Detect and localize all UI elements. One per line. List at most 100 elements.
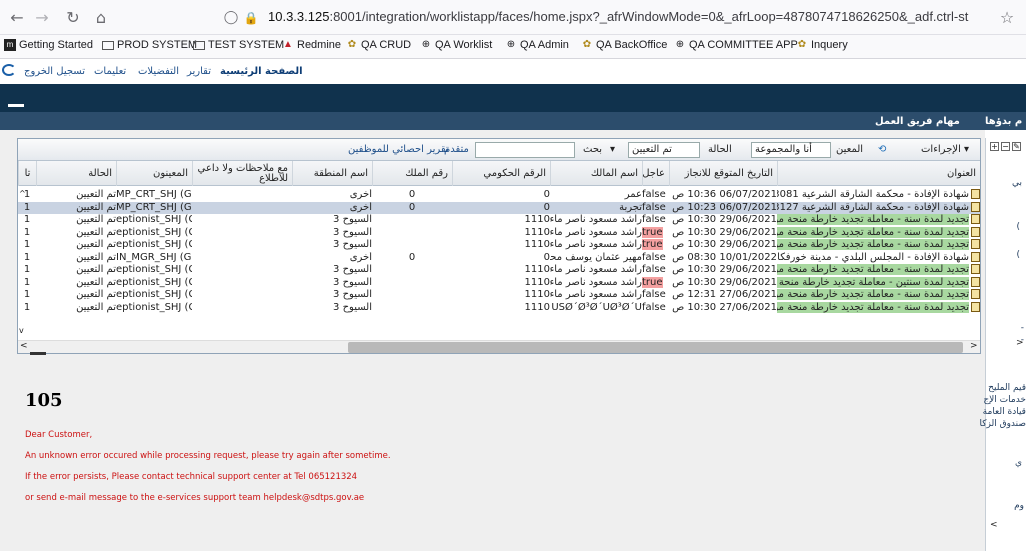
cell-title[interactable]: تجديد لمدة سنة - معاملة تجديد خارطة منحة… bbox=[777, 226, 980, 239]
cell-title[interactable]: تجديد لمدة سنة - معاملة تجديد خارطة منحة… bbox=[777, 239, 980, 251]
edit-icon[interactable]: ✎ bbox=[1012, 142, 1021, 151]
cell-title[interactable]: شهادة الإفادة - محكمة الشارقة الشرعية 83… bbox=[777, 189, 980, 201]
scroll-down-icon[interactable]: v bbox=[19, 326, 24, 335]
col-notes[interactable]: مع ملاحظات ولا داعي للاطلاع bbox=[192, 161, 292, 186]
task-title[interactable]: تجديد لمدة سنة - معاملة تجديد خارطة منحة… bbox=[777, 226, 969, 238]
cell-title[interactable]: شهادة الإفادة - محكمة الشارقة الشرعية 83… bbox=[777, 201, 980, 214]
search-dropdown-arrow-icon[interactable]: ▾ bbox=[610, 144, 615, 155]
bookmark-qa-admin[interactable]: ⊕ QA Admin bbox=[505, 39, 569, 51]
scroll-up-icon[interactable]: ^ bbox=[19, 189, 26, 198]
table-row[interactable]: 1 تم التعيين eptionist_SHJ (G) السيوح 3 1110… bbox=[18, 214, 980, 226]
table-row[interactable]: 1 تم التعيين IN_MGR_SHJ (G) أخرى 0 0 مهير عثما… bbox=[18, 251, 980, 264]
table-row[interactable]: 1 تم التعيين eptionist_SHJ (G) السيوح 3 1110… bbox=[18, 264, 980, 276]
side-text-5[interactable]: خدمات الإج bbox=[983, 395, 1026, 405]
cell-owner: راشد مسعود ناصر ماء bbox=[550, 239, 642, 250]
bookmark-label: PROD SYSTEM bbox=[117, 39, 198, 51]
bookmark-star-icon[interactable]: ☆ bbox=[996, 7, 1018, 29]
home-icon[interactable]: ⌂ bbox=[90, 7, 112, 29]
urgent-flag: false bbox=[642, 301, 666, 313]
address-bar[interactable]: 10.3.3.125:8001/integration/worklistapp/… bbox=[268, 9, 968, 24]
back-arrow-icon[interactable]: ← bbox=[6, 7, 28, 29]
task-title[interactable]: تجديد لمدة سنة - معاملة تجديد خارطة منحة… bbox=[777, 264, 969, 275]
menu-reports[interactable]: تقارير bbox=[187, 66, 211, 77]
search-input[interactable] bbox=[475, 142, 575, 158]
task-title[interactable]: تجديد لمدة سنة - معاملة تجديد خارطة منحة… bbox=[777, 214, 969, 225]
col-status[interactable]: الحالة bbox=[36, 161, 116, 186]
bookmark-test-system[interactable]: TEST SYSTEM bbox=[193, 39, 284, 51]
cell-title[interactable]: تجديد لمدة سنتين - معاملة تجديد خارطة من… bbox=[777, 276, 980, 289]
side-text-4[interactable]: قيم المليح bbox=[988, 383, 1026, 393]
search-button[interactable]: بحث bbox=[583, 144, 602, 155]
expand-handle-icon[interactable] bbox=[30, 352, 46, 355]
cell-assignee: eptionist_SHJ (G) bbox=[116, 301, 192, 313]
task-title[interactable]: تجديد لمدة سنة - معاملة تجديد خارطة منحة… bbox=[777, 239, 969, 250]
cell-owner: تجربة bbox=[619, 201, 642, 213]
side-text-7[interactable]: صندوق الزكا bbox=[979, 419, 1026, 429]
col-urgent[interactable]: عاجل bbox=[642, 161, 669, 186]
side-expand-icon[interactable]: > bbox=[1016, 338, 1024, 348]
table-row[interactable]: 1 تم التعيين eptionist_SHJ (G) السيوح 3 1110… bbox=[18, 239, 980, 251]
tab-team-tasks[interactable]: مهام فريق العمل bbox=[875, 116, 960, 127]
collapse-icon[interactable] bbox=[8, 104, 24, 107]
task-title[interactable]: تجديد لمدة سنة - معاملة تجديد خارطة منحة… bbox=[777, 289, 969, 300]
bookmark-qa-backoffice[interactable]: ✿ QA BackOffice bbox=[581, 39, 668, 51]
scroll-left-icon[interactable]: < bbox=[20, 341, 28, 351]
col-property-no[interactable]: رقم الملك bbox=[372, 161, 452, 186]
forward-arrow-icon[interactable]: → bbox=[31, 7, 53, 29]
table-row[interactable]: 1 تم التعيين MP_CRT_SHJ (G) أخرى 0 0 عمر false 0… bbox=[18, 189, 980, 201]
bookmark-qa-committee[interactable]: ⊕ QA COMMITTEE APP bbox=[674, 39, 798, 51]
task-title[interactable]: تجديد لمدة سنة - معاملة تجديد خارطة منحة… bbox=[777, 301, 969, 313]
menu-instructions[interactable]: تعليمات bbox=[94, 66, 126, 77]
refresh-icon[interactable]: ⟲ bbox=[878, 144, 886, 155]
bookmark-prod-system[interactable]: PROD SYSTEM bbox=[102, 39, 197, 51]
bookmark-label: Inquery bbox=[811, 39, 848, 51]
col-assignees[interactable]: المعينون bbox=[116, 161, 192, 186]
plus-icon[interactable]: + bbox=[990, 142, 999, 151]
status-select[interactable]: تم التعيين bbox=[628, 142, 700, 158]
col-expected-date[interactable]: التاريخ المتوقع للانجاز bbox=[669, 161, 777, 186]
col-gov-no[interactable]: الرقم الحكومي bbox=[452, 161, 550, 186]
bookmark-getting-started[interactable]: m Getting Started bbox=[4, 39, 93, 51]
cell-title[interactable]: تجديد لمدة سنة - معاملة تجديد خارطة منحة… bbox=[777, 289, 980, 301]
cell-date: 29/06/2021 10:30 ص bbox=[672, 264, 777, 275]
table-row[interactable]: 1 تم التعيين eptionist_SHJ (G) السيوح 3 1110… bbox=[18, 226, 980, 239]
cell-title[interactable]: شهادة الإفادة - المجلس البلدي - مدينة خو… bbox=[777, 251, 980, 264]
insecure-lock-icon[interactable]: 🔒 bbox=[240, 7, 262, 29]
bookmark-qa-worklist[interactable]: ⊕ QA Worklist bbox=[420, 39, 492, 51]
staff-report-link[interactable]: تقرير احصائي للموظفين bbox=[348, 144, 449, 155]
task-title[interactable]: تجديد لمدة سنتين - معاملة تجديد خارطة من… bbox=[777, 276, 969, 288]
menu-logout[interactable]: تسجيل الخروج bbox=[24, 66, 85, 77]
reload-icon[interactable]: ↻ bbox=[62, 7, 84, 29]
side-text-6[interactable]: قيادة العامة bbox=[983, 407, 1026, 417]
menu-preferences[interactable]: التفضيلات bbox=[138, 66, 179, 77]
actions-menu[interactable]: الإجراءات ▾ bbox=[921, 144, 969, 155]
cell-title[interactable]: تجديد لمدة سنة - معاملة تجديد خارطة منحة… bbox=[777, 301, 980, 314]
advanced-search-link[interactable]: متقدم bbox=[444, 144, 469, 155]
table-row[interactable]: 1 تم التعيين eptionist_SHJ (G) السيوح 3 1110… bbox=[18, 289, 980, 301]
horizontal-scrollbar[interactable]: < > bbox=[18, 340, 980, 353]
task-title[interactable]: شهادة الإفادة - محكمة الشارقة الشرعية 83… bbox=[777, 202, 969, 213]
cell-assignee: IN_MGR_SHJ (G) bbox=[116, 251, 192, 263]
task-title[interactable]: شهادة الإفادة - محكمة الشارقة الشرعية 83… bbox=[777, 189, 969, 200]
scroll-right-icon[interactable]: > bbox=[970, 341, 978, 351]
col-owner[interactable]: اسم المالك bbox=[550, 161, 642, 186]
table-row[interactable]: 1 تم التعيين eptionist_SHJ (G) السيوح 3 1110… bbox=[18, 276, 980, 289]
bookmark-inquery[interactable]: ✿ Inquery bbox=[796, 39, 848, 51]
col-extra[interactable]: تا bbox=[18, 161, 36, 186]
col-title[interactable]: العنوان bbox=[777, 161, 980, 186]
shield-icon[interactable]: ◯ bbox=[220, 7, 242, 29]
assignee-select[interactable]: أنا والمجموعة bbox=[751, 142, 831, 158]
bookmark-qa-crud[interactable]: ✿ QA CRUD bbox=[346, 39, 411, 51]
table-row[interactable]: 1 تم التعيين MP_CRT_SHJ (G) أخرى 0 0 تجربة fals… bbox=[18, 201, 980, 214]
col-area[interactable]: اسم المنطقة bbox=[292, 161, 372, 186]
bookmark-redmine[interactable]: ▲ Redmine bbox=[282, 39, 341, 51]
cell-title[interactable]: تجديد لمدة سنة - معاملة تجديد خارطة منحة… bbox=[777, 264, 980, 276]
table-row[interactable]: 1 تم التعيين eptionist_SHJ (G) السيوح 3 1110… bbox=[18, 301, 980, 314]
minus-icon[interactable]: − bbox=[1001, 142, 1010, 151]
side-scroll-left-icon[interactable]: < bbox=[990, 520, 998, 530]
cell-title[interactable]: تجديد لمدة سنة - معاملة تجديد خارطة منحة… bbox=[777, 214, 980, 226]
menu-home[interactable]: الصفحة الرئيسية bbox=[220, 66, 303, 77]
scrollbar-thumb[interactable] bbox=[348, 342, 963, 353]
tab-started[interactable]: م بدؤها bbox=[985, 116, 1022, 127]
task-title[interactable]: شهادة الإفادة - المجلس البلدي - مدينة خو… bbox=[777, 252, 969, 263]
